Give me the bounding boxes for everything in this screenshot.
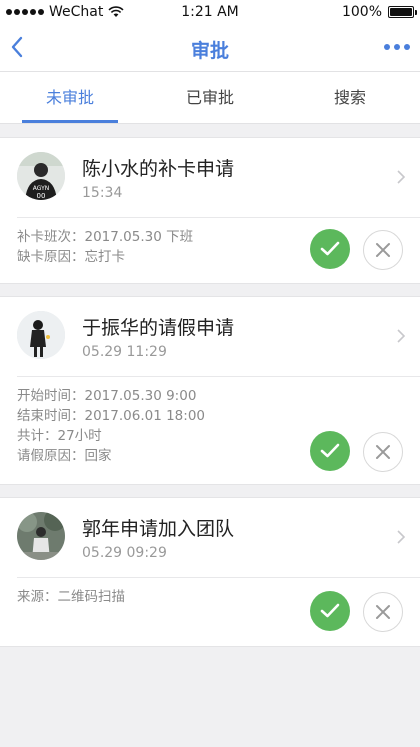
status-bar: WeChat 1:21 AM 100% — [0, 0, 420, 24]
approval-card[interactable]: 郭年申请加入团队 05.29 09:29 来源：二维码扫描 — [0, 497, 420, 647]
check-icon — [320, 241, 340, 256]
detail-value: 忘打卡 — [84, 249, 126, 265]
detail-value: 二维码扫描 — [57, 589, 126, 605]
detail-row: 共计：27小时 — [17, 426, 205, 446]
status-right: 100% — [341, 4, 417, 20]
detail-row: 请假原因：回家 — [17, 446, 205, 466]
detail-label: 缺卡原因： — [17, 249, 85, 265]
detail-label: 补卡班次： — [17, 229, 85, 245]
avatar — [17, 512, 65, 560]
avatar — [17, 311, 65, 359]
approve-button[interactable] — [310, 229, 350, 269]
tab-pending[interactable]: 未审批 — [0, 72, 140, 124]
detail-value: 27小时 — [57, 428, 102, 444]
more-dots-icon[interactable] — [384, 40, 412, 54]
card-details: 开始时间：2017.05.30 9:00 结束时间：2017.06.01 18:… — [17, 386, 205, 466]
chevron-right-icon — [397, 530, 406, 544]
reject-button[interactable] — [363, 592, 403, 632]
approve-button[interactable] — [310, 431, 350, 471]
detail-row: 结束时间：2017.06.01 18:00 — [17, 406, 205, 426]
svg-text:00: 00 — [37, 192, 46, 200]
active-tab-indicator — [22, 120, 118, 123]
approval-card[interactable]: AGYN 00 陈小水的补卡申请 15:34 补卡班次：2017.05.30 下… — [0, 137, 420, 284]
reject-button[interactable] — [363, 230, 403, 270]
battery-percent: 100% — [341, 4, 382, 20]
card-time: 05.29 09:29 — [82, 545, 167, 561]
detail-value: 回家 — [84, 448, 112, 464]
approval-card[interactable]: 于振华的请假申请 05.29 11:29 开始时间：2017.05.30 9:0… — [0, 296, 420, 485]
detail-label: 结束时间： — [17, 408, 85, 424]
check-icon — [320, 443, 340, 458]
divider — [17, 217, 420, 218]
page-title: 审批 — [190, 40, 229, 62]
tab-search[interactable]: 搜索 — [280, 72, 420, 124]
divider — [17, 577, 420, 578]
detail-label: 请假原因： — [17, 448, 85, 464]
card-title: 陈小水的补卡申请 — [82, 158, 235, 180]
divider — [17, 376, 420, 377]
tab-bar: 未审批 已审批 搜索 — [0, 72, 420, 124]
battery-icon — [388, 6, 417, 18]
card-title: 郭年申请加入团队 — [82, 518, 235, 540]
card-title: 于振华的请假申请 — [82, 317, 235, 339]
close-icon — [376, 243, 390, 257]
detail-value: 2017.06.01 18:00 — [84, 408, 206, 424]
card-time: 05.29 11:29 — [82, 344, 167, 360]
detail-value: 2017.05.30 下班 — [84, 229, 194, 245]
detail-label: 来源： — [17, 589, 58, 605]
detail-row: 补卡班次：2017.05.30 下班 — [17, 227, 193, 247]
detail-row: 开始时间：2017.05.30 9:00 — [17, 386, 205, 406]
chevron-right-icon — [397, 170, 406, 184]
tab-approved[interactable]: 已审批 — [140, 72, 280, 124]
approve-button[interactable] — [310, 591, 350, 631]
card-details: 来源：二维码扫描 — [17, 587, 125, 607]
nav-bar: 审批 — [0, 24, 420, 72]
check-icon — [320, 603, 340, 618]
close-icon — [376, 605, 390, 619]
detail-row: 来源：二维码扫描 — [17, 587, 125, 607]
avatar: AGYN 00 — [17, 152, 65, 200]
card-time: 15:34 — [82, 185, 123, 201]
detail-label: 开始时间： — [17, 388, 85, 404]
close-icon — [376, 445, 390, 459]
card-details: 补卡班次：2017.05.30 下班 缺卡原因：忘打卡 — [17, 227, 193, 267]
detail-label: 共计： — [17, 428, 58, 444]
chevron-right-icon — [397, 329, 406, 343]
reject-button[interactable] — [363, 432, 403, 472]
detail-row: 缺卡原因：忘打卡 — [17, 247, 193, 267]
svg-text:AGYN: AGYN — [33, 185, 50, 192]
detail-value: 2017.05.30 9:00 — [84, 388, 197, 404]
